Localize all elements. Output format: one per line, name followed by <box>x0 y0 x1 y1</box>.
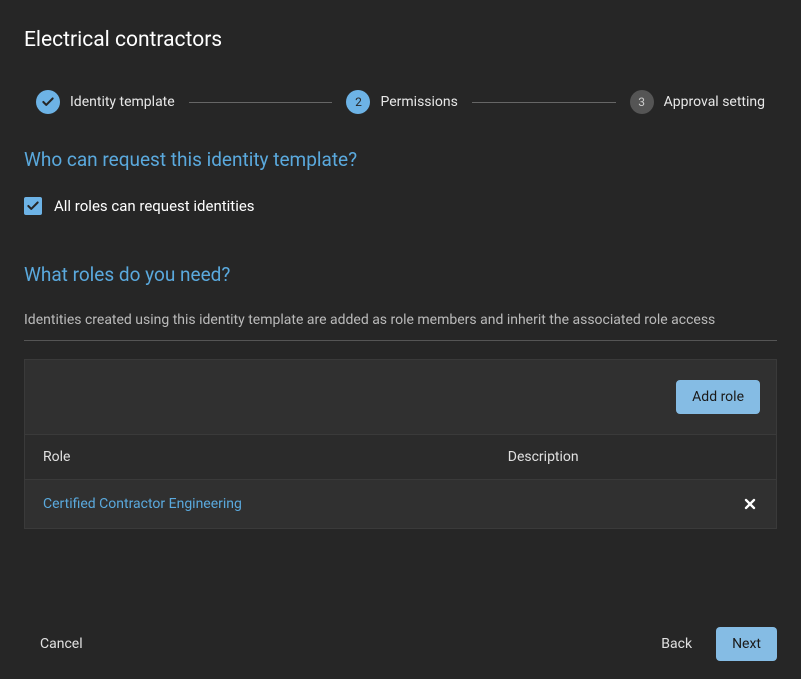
back-button[interactable]: Back <box>645 627 708 661</box>
step-label: Approval setting <box>664 94 765 110</box>
all-roles-checkbox-row: All roles can request identities <box>24 197 777 215</box>
roles-toolbar: Add role <box>25 360 776 434</box>
step-label: Identity template <box>70 94 175 110</box>
step-number-icon: 3 <box>630 90 654 114</box>
stepper: Identity template 2 Permissions 3 Approv… <box>24 90 777 114</box>
roles-subtext: Identities created using this identity t… <box>24 312 777 341</box>
all-roles-checkbox[interactable] <box>24 197 42 215</box>
add-role-button[interactable]: Add role <box>676 380 760 414</box>
roles-table: Add role Role Description Certified Cont… <box>24 359 777 529</box>
step-permissions[interactable]: 2 Permissions <box>346 90 457 114</box>
column-action <box>718 449 758 465</box>
step-identity-template[interactable]: Identity template <box>36 90 175 114</box>
table-row: Certified Contractor Engineering <box>25 480 776 528</box>
dialog-footer: Cancel Back Next <box>24 607 777 661</box>
dialog-title: Electrical contractors <box>24 28 777 52</box>
stepper-connector <box>189 102 333 103</box>
delete-role-button[interactable] <box>718 496 758 512</box>
step-label: Permissions <box>380 94 457 110</box>
stepper-connector <box>472 102 616 103</box>
step-approval-setting[interactable]: 3 Approval setting <box>630 90 765 114</box>
check-icon <box>26 199 40 213</box>
who-heading: Who can request this identity template? <box>24 148 777 171</box>
identity-template-dialog: Electrical contractors Identity template… <box>0 0 801 679</box>
column-description: Description <box>508 449 718 465</box>
check-icon <box>36 90 60 114</box>
column-role: Role <box>43 449 508 465</box>
footer-right: Back Next <box>645 627 777 661</box>
all-roles-label: All roles can request identities <box>54 197 255 215</box>
close-icon <box>742 496 758 512</box>
cancel-button[interactable]: Cancel <box>24 627 99 661</box>
dialog-content: Who can request this identity template? … <box>24 148 777 607</box>
step-number-icon: 2 <box>346 90 370 114</box>
role-name-link[interactable]: Certified Contractor Engineering <box>43 496 508 512</box>
roles-heading: What roles do you need? <box>24 263 777 286</box>
next-button[interactable]: Next <box>716 627 777 661</box>
table-header: Role Description <box>25 434 776 480</box>
